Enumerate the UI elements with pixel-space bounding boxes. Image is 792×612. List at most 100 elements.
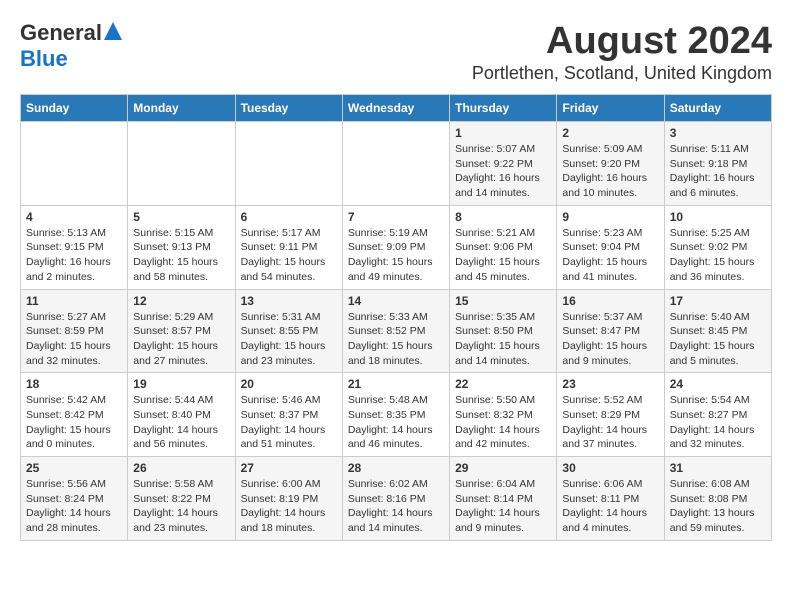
header: General Blue August 2024 Portlethen, Sco… [20,20,772,84]
day-cell: 9 Sunrise: 5:23 AMSunset: 9:04 PMDaylight… [557,205,664,289]
week-row-4: 18Sunrise: 5:42 AMSunset: 8:42 PMDayligh… [21,373,772,457]
day-number: 5 [133,210,229,224]
day-info: Sunrise: 5:07 AMSunset: 9:22 PMDaylight:… [455,142,551,201]
day-number: 3 [670,126,766,140]
day-info: Sunrise: 5:29 AMSunset: 8:57 PMDaylight:… [133,310,229,369]
day-cell: 15Sunrise: 5:35 AMSunset: 8:50 PMDayligh… [450,289,557,373]
page-title: August 2024 [472,20,772,63]
title-area: August 2024 Portlethen, Scotland, United… [472,20,772,84]
day-number: 19 [133,377,229,391]
day-cell: 23 Sunrise: 5:52 AMSunset: 8:29 PMDayligh… [557,373,664,457]
day-info: Sunrise: 5:27 AMSunset: 8:59 PMDaylight:… [26,310,122,369]
day-cell: 18Sunrise: 5:42 AMSunset: 8:42 PMDayligh… [21,373,128,457]
day-info: Sunrise: 5:09 AMSunset: 9:20 PMDaylight:… [562,142,658,201]
day-info: Sunrise: 5:50 AMSunset: 8:32 PMDaylight:… [455,393,551,452]
day-number: 17 [670,294,766,308]
col-header-friday: Friday [557,95,664,122]
day-cell: 7 Sunrise: 5:19 AMSunset: 9:09 PMDaylight… [342,205,449,289]
day-info: Sunrise: 6:00 AMSunset: 8:19 PMDaylight:… [241,477,337,536]
day-number: 1 [455,126,551,140]
day-info: Sunrise: 5:52 AMSunset: 8:29 PMDaylight:… [562,393,658,452]
day-info: Sunrise: 5:42 AMSunset: 8:42 PMDaylight:… [26,393,122,452]
logo-icon [104,22,122,40]
day-info: Sunrise: 5:48 AMSunset: 8:35 PMDaylight:… [348,393,444,452]
day-cell: 20 Sunrise: 5:46 AMSunset: 8:37 PMDayligh… [235,373,342,457]
day-info: Sunrise: 5:21 AMSunset: 9:06 PMDaylight:… [455,226,551,285]
col-header-monday: Monday [128,95,235,122]
day-number: 30 [562,461,658,475]
day-info: Sunrise: 6:08 AMSunset: 8:08 PMDaylight:… [670,477,766,536]
day-number: 14 [348,294,444,308]
day-cell: 12Sunrise: 5:29 AMSunset: 8:57 PMDayligh… [128,289,235,373]
day-info: Sunrise: 5:37 AMSunset: 8:47 PMDaylight:… [562,310,658,369]
calendar-header: SundayMondayTuesdayWednesdayThursdayFrid… [21,95,772,122]
day-number: 25 [26,461,122,475]
day-number: 21 [348,377,444,391]
day-number: 16 [562,294,658,308]
day-info: Sunrise: 5:23 AMSunset: 9:04 PMDaylight:… [562,226,658,285]
day-number: 8 [455,210,551,224]
day-cell: 31Sunrise: 6:08 AMSunset: 8:08 PMDayligh… [664,457,771,541]
day-number: 20 [241,377,337,391]
day-info: Sunrise: 5:44 AMSunset: 8:40 PMDaylight:… [133,393,229,452]
day-info: Sunrise: 5:58 AMSunset: 8:22 PMDaylight:… [133,477,229,536]
day-number: 29 [455,461,551,475]
day-info: Sunrise: 5:31 AMSunset: 8:55 PMDaylight:… [241,310,337,369]
day-info: Sunrise: 6:06 AMSunset: 8:11 PMDaylight:… [562,477,658,536]
day-info: Sunrise: 5:40 AMSunset: 8:45 PMDaylight:… [670,310,766,369]
day-number: 4 [26,210,122,224]
day-cell: 30 Sunrise: 6:06 AMSunset: 8:11 PMDayligh… [557,457,664,541]
day-cell: 2 Sunrise: 5:09 AMSunset: 9:20 PMDaylight… [557,122,664,206]
day-cell: 24Sunrise: 5:54 AMSunset: 8:27 PMDayligh… [664,373,771,457]
day-cell: 5 Sunrise: 5:15 AMSunset: 9:13 PMDaylight… [128,205,235,289]
week-row-5: 25 Sunrise: 5:56 AMSunset: 8:24 PMDayligh… [21,457,772,541]
week-row-2: 4Sunrise: 5:13 AMSunset: 9:15 PMDaylight… [21,205,772,289]
day-info: Sunrise: 6:02 AMSunset: 8:16 PMDaylight:… [348,477,444,536]
day-cell: 3 Sunrise: 5:11 AMSunset: 9:18 PMDaylight… [664,122,771,206]
day-cell [342,122,449,206]
day-number: 26 [133,461,229,475]
page-subtitle: Portlethen, Scotland, United Kingdom [472,63,772,84]
day-number: 7 [348,210,444,224]
day-info: Sunrise: 5:15 AMSunset: 9:13 PMDaylight:… [133,226,229,285]
day-cell: 28 Sunrise: 6:02 AMSunset: 8:16 PMDayligh… [342,457,449,541]
day-cell: 8 Sunrise: 5:21 AMSunset: 9:06 PMDaylight… [450,205,557,289]
day-cell: 14 Sunrise: 5:33 AMSunset: 8:52 PMDayligh… [342,289,449,373]
day-number: 6 [241,210,337,224]
day-cell: 21 Sunrise: 5:48 AMSunset: 8:35 PMDayligh… [342,373,449,457]
day-cell: 16 Sunrise: 5:37 AMSunset: 8:47 PMDayligh… [557,289,664,373]
day-number: 24 [670,377,766,391]
day-cell [21,122,128,206]
calendar-table: SundayMondayTuesdayWednesdayThursdayFrid… [20,94,772,541]
day-number: 13 [241,294,337,308]
logo-blue: Blue [20,46,68,71]
day-info: Sunrise: 5:11 AMSunset: 9:18 PMDaylight:… [670,142,766,201]
day-info: Sunrise: 6:04 AMSunset: 8:14 PMDaylight:… [455,477,551,536]
day-number: 11 [26,294,122,308]
logo: General Blue [20,20,122,72]
day-cell: 4Sunrise: 5:13 AMSunset: 9:15 PMDaylight… [21,205,128,289]
day-number: 2 [562,126,658,140]
day-info: Sunrise: 5:56 AMSunset: 8:24 PMDaylight:… [26,477,122,536]
day-cell [128,122,235,206]
col-header-sunday: Sunday [21,95,128,122]
logo-general: General [20,20,102,46]
day-cell: 10 Sunrise: 5:25 AMSunset: 9:02 PMDayligh… [664,205,771,289]
day-cell: 29 Sunrise: 6:04 AMSunset: 8:14 PMDayligh… [450,457,557,541]
day-info: Sunrise: 5:46 AMSunset: 8:37 PMDaylight:… [241,393,337,452]
day-info: Sunrise: 5:25 AMSunset: 9:02 PMDaylight:… [670,226,766,285]
day-info: Sunrise: 5:17 AMSunset: 9:11 PMDaylight:… [241,226,337,285]
day-number: 23 [562,377,658,391]
day-cell: 25 Sunrise: 5:56 AMSunset: 8:24 PMDayligh… [21,457,128,541]
col-header-tuesday: Tuesday [235,95,342,122]
day-info: Sunrise: 5:19 AMSunset: 9:09 PMDaylight:… [348,226,444,285]
day-cell: 22Sunrise: 5:50 AMSunset: 8:32 PMDayligh… [450,373,557,457]
day-cell: 19 Sunrise: 5:44 AMSunset: 8:40 PMDayligh… [128,373,235,457]
day-info: Sunrise: 5:33 AMSunset: 8:52 PMDaylight:… [348,310,444,369]
day-number: 27 [241,461,337,475]
day-number: 10 [670,210,766,224]
col-header-wednesday: Wednesday [342,95,449,122]
day-number: 28 [348,461,444,475]
day-number: 9 [562,210,658,224]
week-row-3: 11 Sunrise: 5:27 AMSunset: 8:59 PMDayligh… [21,289,772,373]
